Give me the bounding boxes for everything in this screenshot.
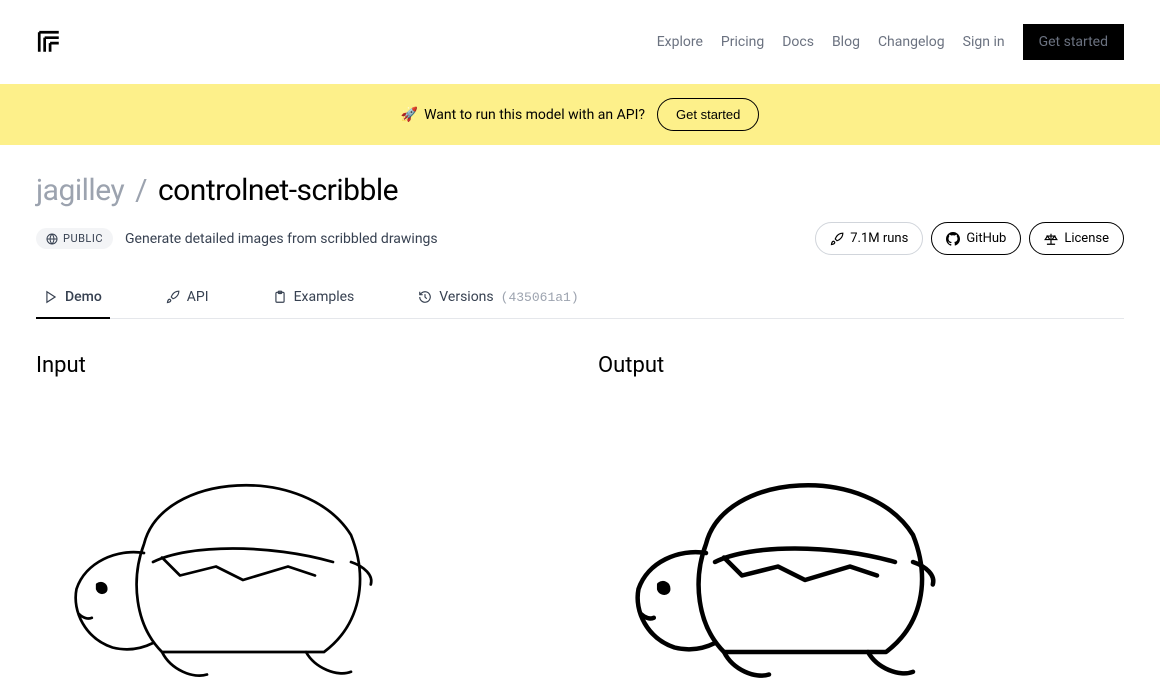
runs-badge: 7.1M runs	[815, 222, 923, 255]
tab-examples[interactable]: Examples	[265, 289, 363, 319]
license-link[interactable]: License	[1029, 222, 1124, 255]
model-owner-link[interactable]: jagilley	[36, 173, 124, 208]
clipboard-icon	[273, 290, 287, 304]
output-heading: Output	[598, 353, 1124, 378]
model-tabs: Demo API Examples Versions (435061a1)	[36, 289, 1124, 319]
input-image[interactable]	[36, 398, 562, 688]
breadcrumb-separator: /	[135, 173, 147, 208]
input-heading: Input	[36, 353, 562, 378]
scale-icon	[1044, 232, 1058, 246]
output-column: Output	[598, 353, 1124, 688]
tab-api[interactable]: API	[158, 289, 217, 319]
banner-get-started-button[interactable]: Get started	[657, 98, 759, 131]
get-started-button[interactable]: Get started	[1023, 24, 1124, 60]
rocket-outline-icon	[830, 232, 844, 246]
visibility-badge: PUBLIC	[36, 228, 113, 249]
banner-text: Want to run this model with an API?	[424, 107, 645, 123]
rocket-icon: 🚀	[401, 107, 418, 123]
nav-blog[interactable]: Blog	[832, 34, 860, 50]
nav-pricing[interactable]: Pricing	[721, 34, 764, 50]
api-banner: 🚀 Want to run this model with an API? Ge…	[0, 84, 1160, 145]
nav-signin[interactable]: Sign in	[963, 34, 1005, 50]
model-title-row: jagilley / controlnet-scribble	[36, 173, 1124, 208]
nav-explore[interactable]: Explore	[657, 34, 703, 50]
rocket-icon	[166, 290, 180, 304]
version-hash: (435061a1)	[501, 290, 579, 305]
globe-icon	[46, 233, 58, 245]
output-image[interactable]	[598, 398, 1124, 688]
logo[interactable]	[36, 29, 62, 55]
play-icon	[44, 290, 58, 304]
main-nav: Explore Pricing Docs Blog Changelog Sign…	[657, 24, 1124, 60]
nav-docs[interactable]: Docs	[782, 34, 814, 50]
model-name: controlnet-scribble	[158, 173, 398, 208]
tab-versions[interactable]: Versions (435061a1)	[410, 289, 586, 319]
history-icon	[418, 290, 432, 304]
model-description: Generate detailed images from scribbled …	[125, 231, 438, 247]
input-column: Input	[36, 353, 562, 688]
tab-demo[interactable]: Demo	[36, 289, 110, 319]
nav-changelog[interactable]: Changelog	[878, 34, 945, 50]
github-icon	[946, 232, 960, 246]
github-link[interactable]: GitHub	[931, 222, 1021, 255]
